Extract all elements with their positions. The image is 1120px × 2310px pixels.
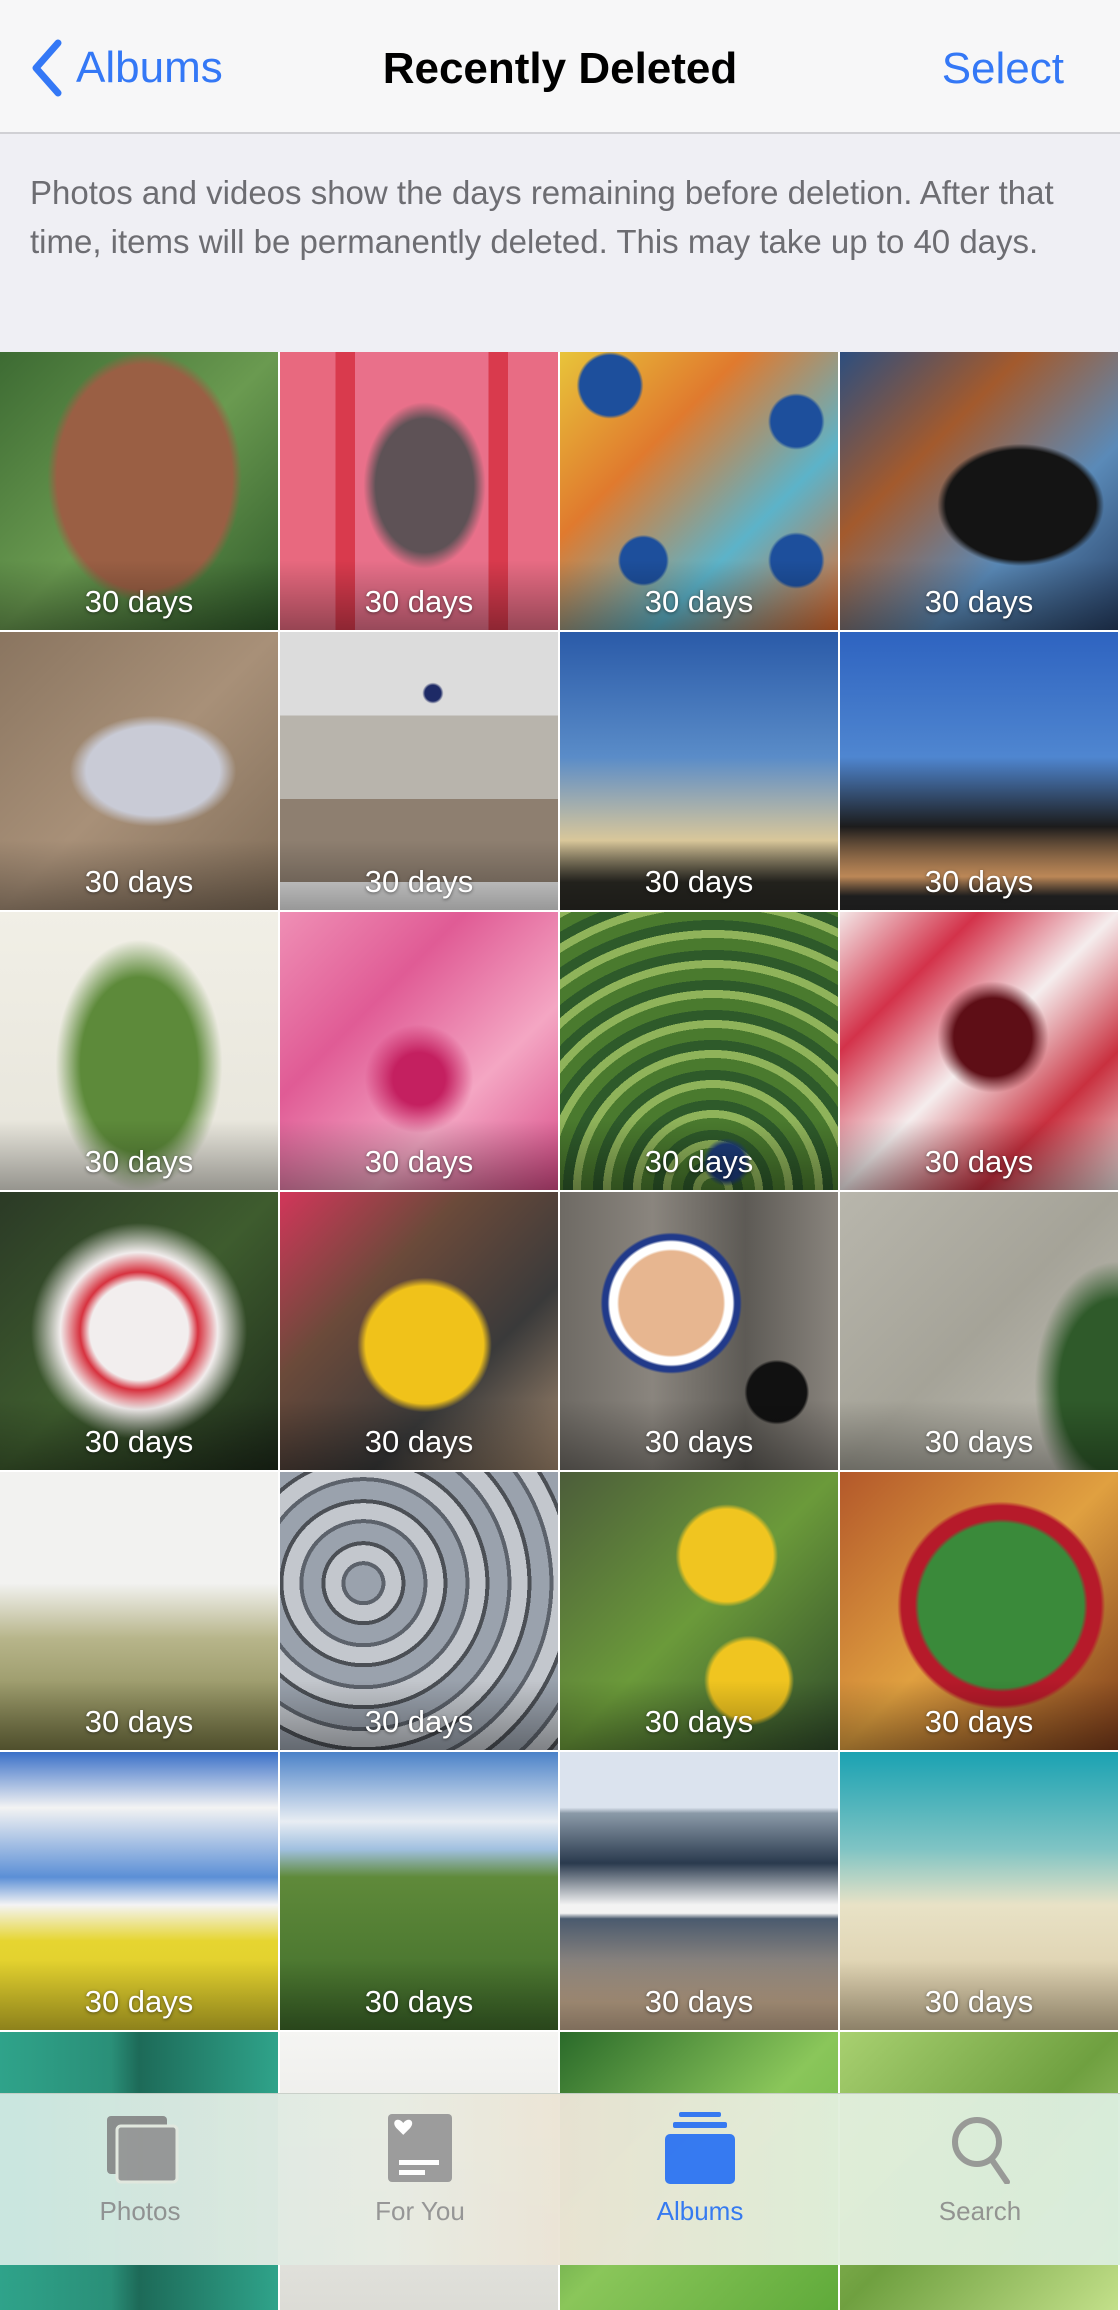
photo-thumbnail[interactable]: 30 days bbox=[280, 352, 558, 630]
photo-thumbnail[interactable]: 30 days bbox=[280, 1192, 558, 1470]
days-remaining-label: 30 days bbox=[364, 1704, 474, 1739]
days-remaining-label: 30 days bbox=[924, 1984, 1034, 2019]
photo-thumbnail[interactable]: 30 days bbox=[840, 912, 1118, 1190]
days-remaining-label: 30 days bbox=[84, 1704, 194, 1739]
tab-albums[interactable]: Albums bbox=[560, 2112, 840, 2227]
tab-search[interactable]: Search bbox=[840, 2112, 1120, 2227]
days-remaining-label: 30 days bbox=[644, 1704, 754, 1739]
tab-label: For You bbox=[375, 2196, 465, 2226]
photo-thumbnail[interactable]: 30 days bbox=[0, 632, 278, 910]
tab-photos[interactable]: Photos bbox=[0, 2112, 280, 2227]
days-remaining-label: 30 days bbox=[924, 1424, 1034, 1459]
days-remaining-label: 30 days bbox=[644, 584, 754, 619]
photo-thumbnail[interactable]: 30 days bbox=[560, 352, 838, 630]
photo-thumbnail[interactable]: 30 days bbox=[280, 632, 558, 910]
photo-thumbnail[interactable]: 30 days bbox=[280, 1472, 558, 1750]
days-remaining-label: 30 days bbox=[644, 1424, 754, 1459]
tab-bar: Photos For You Albums Search bbox=[0, 2093, 1120, 2265]
deletion-info-text: Photos and videos show the days remainin… bbox=[30, 174, 1054, 260]
photo-thumbnail[interactable]: 30 days bbox=[560, 912, 838, 1190]
days-remaining-label: 30 days bbox=[364, 584, 474, 619]
days-remaining-label: 30 days bbox=[364, 864, 474, 899]
tab-label: Search bbox=[938, 2196, 1022, 2226]
photo-thumbnail[interactable]: 30 days bbox=[0, 1752, 278, 2030]
tab-for-you[interactable]: For You bbox=[280, 2112, 560, 2227]
days-remaining-label: 30 days bbox=[924, 1704, 1034, 1739]
photo-thumbnail[interactable]: 30 days bbox=[840, 1192, 1118, 1470]
photo-thumbnail[interactable]: 30 days bbox=[0, 1472, 278, 1750]
for-you-icon bbox=[388, 2114, 452, 2182]
photo-thumbnail[interactable]: 30 days bbox=[0, 1192, 278, 1470]
photo-thumbnail[interactable]: 30 days bbox=[840, 352, 1118, 630]
photo-thumbnail[interactable]: 30 days bbox=[280, 912, 558, 1190]
days-remaining-label: 30 days bbox=[644, 1984, 754, 2019]
tab-label: Albums bbox=[656, 2196, 744, 2226]
photo-thumbnail[interactable]: 30 days bbox=[560, 1192, 838, 1470]
search-icon bbox=[952, 2117, 1010, 2184]
days-remaining-label: 30 days bbox=[644, 864, 754, 899]
days-remaining-label: 30 days bbox=[364, 1984, 474, 2019]
days-remaining-label: 30 days bbox=[924, 1144, 1034, 1179]
photo-grid: 30 days 30 days 30 days 30 days 30 days 30 da… bbox=[0, 352, 1120, 2310]
days-remaining-label: 30 days bbox=[84, 584, 194, 619]
days-remaining-label: 30 days bbox=[84, 864, 194, 899]
days-remaining-label: 30 days bbox=[84, 1984, 194, 2019]
photo-thumbnail[interactable]: 30 days bbox=[840, 1752, 1118, 2030]
photo-thumbnail[interactable]: 30 days bbox=[280, 1752, 558, 2030]
tab-label: Photos bbox=[99, 2196, 181, 2226]
days-remaining-label: 30 days bbox=[84, 1144, 194, 1179]
select-button[interactable]: Select bbox=[942, 44, 1064, 94]
photo-thumbnail[interactable]: 30 days bbox=[840, 1472, 1118, 1750]
photo-thumbnail[interactable]: 30 days bbox=[840, 632, 1118, 910]
days-remaining-label: 30 days bbox=[364, 1144, 474, 1179]
albums-icon bbox=[665, 2112, 735, 2184]
days-remaining-label: 30 days bbox=[84, 1424, 194, 1459]
photo-thumbnail[interactable]: 30 days bbox=[0, 912, 278, 1190]
days-remaining-label: 30 days bbox=[364, 1424, 474, 1459]
photos-icon bbox=[107, 2116, 179, 2184]
photo-thumbnail[interactable]: 30 days bbox=[560, 1752, 838, 2030]
photo-thumbnail[interactable]: 30 days bbox=[560, 1472, 838, 1750]
photo-thumbnail[interactable]: 30 days bbox=[0, 352, 278, 630]
days-remaining-label: 30 days bbox=[644, 1144, 754, 1179]
days-remaining-label: 30 days bbox=[924, 864, 1034, 899]
days-remaining-label: 30 days bbox=[924, 584, 1034, 619]
photo-thumbnail[interactable]: 30 days bbox=[560, 632, 838, 910]
navigation-bar: Albums Recently Deleted Select bbox=[0, 0, 1120, 134]
